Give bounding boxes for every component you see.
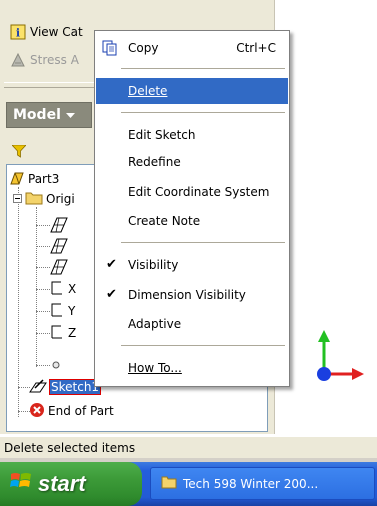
axis-x-label: X xyxy=(68,282,77,296)
stress-icon xyxy=(10,52,26,68)
tree-line xyxy=(36,225,50,226)
axis-triad-icon xyxy=(317,330,364,381)
center-point-icon[interactable] xyxy=(49,356,63,374)
menu-item-redefine[interactable]: Redefine xyxy=(96,149,288,175)
stress-analysis-label: Stress A xyxy=(30,53,79,67)
folder-icon xyxy=(25,191,43,208)
tree-line xyxy=(36,246,50,247)
menu-item-create-note[interactable]: Create Note xyxy=(96,208,288,234)
menu-separator xyxy=(121,345,285,346)
status-text: Delete selected items xyxy=(4,440,136,455)
tree-item-axis-y[interactable]: Y xyxy=(49,302,75,320)
tree-line xyxy=(36,289,50,290)
model-label: Model xyxy=(13,107,61,123)
status-bar: Delete selected items xyxy=(0,436,377,458)
axis-icon xyxy=(49,302,65,321)
copy-icon xyxy=(102,40,118,59)
tree-line xyxy=(36,333,50,334)
menu-item-edit-sketch[interactable]: Edit Sketch xyxy=(96,122,288,148)
plane-icon[interactable] xyxy=(49,216,69,234)
context-menu: Copy Ctrl+C Delete Edit Sketch Redefine … xyxy=(94,30,290,387)
menu-separator xyxy=(121,112,285,113)
tree-origin-label: Origi xyxy=(46,192,75,206)
menu-delete-label: Delete xyxy=(128,84,168,98)
tree-sketch-label: Sketch1 xyxy=(48,379,102,395)
menu-item-adaptive[interactable]: Adaptive xyxy=(96,311,288,337)
tree-line xyxy=(36,365,50,366)
tree-part-label: Part3 xyxy=(28,172,60,186)
menu-visibility-label: Visibility xyxy=(128,258,179,272)
menu-edit-coord-label: Edit Coordinate System xyxy=(128,185,270,199)
stress-analysis-button[interactable]: Stress A xyxy=(10,50,79,70)
filter-icon[interactable] xyxy=(11,144,27,161)
error-icon xyxy=(29,402,45,421)
taskbar-item-folder[interactable]: Tech 598 Winter 200... xyxy=(150,467,375,500)
axis-z-label: Z xyxy=(68,326,77,340)
dropdown-arrow-icon xyxy=(65,107,75,123)
tree-item-origin[interactable]: Origi xyxy=(13,190,75,208)
start-label: start xyxy=(38,471,86,496)
windows-logo-icon xyxy=(10,471,32,497)
axis-icon xyxy=(49,324,65,343)
axis-icon xyxy=(49,280,65,299)
checkmark-icon: ✔ xyxy=(106,257,117,272)
model-dropdown[interactable]: Model xyxy=(6,102,92,128)
view-catalog-label: View Cat xyxy=(30,25,83,39)
menu-how-to-label: How To... xyxy=(128,361,182,375)
menu-item-delete[interactable]: Delete xyxy=(96,78,288,104)
checkmark-icon: ✔ xyxy=(106,287,117,302)
tree-item-end-of-part[interactable]: End of Part xyxy=(29,402,114,420)
sketch-icon xyxy=(29,378,47,397)
plane-icon[interactable] xyxy=(49,237,69,255)
menu-dimension-visibility-label: Dimension Visibility xyxy=(128,288,246,302)
tree-line xyxy=(36,267,50,268)
start-button[interactable]: start xyxy=(0,462,142,506)
collapse-icon xyxy=(13,192,22,206)
taskbar: start Tech 598 Winter 200... xyxy=(0,462,377,506)
view-catalog-button[interactable]: i View Cat xyxy=(10,22,83,42)
menu-redefine-label: Redefine xyxy=(128,155,181,169)
menu-copy-shortcut: Ctrl+C xyxy=(236,41,276,55)
tree-line xyxy=(18,187,19,417)
folder-task-icon xyxy=(161,475,177,492)
info-icon: i xyxy=(10,24,26,40)
tree-item-sketch[interactable]: Sketch1 xyxy=(29,378,102,397)
menu-item-how-to[interactable]: How To... xyxy=(96,355,288,381)
menu-separator xyxy=(121,242,285,243)
menu-adaptive-label: Adaptive xyxy=(128,317,182,331)
menu-item-copy[interactable]: Copy Ctrl+C xyxy=(96,35,288,61)
tree-item-axis-x[interactable]: X xyxy=(49,280,76,298)
menu-copy-label: Copy xyxy=(128,41,159,55)
tree-line xyxy=(36,207,37,367)
part-icon xyxy=(9,170,25,189)
taskbar-item-label: Tech 598 Winter 200... xyxy=(183,476,319,491)
tree-line xyxy=(36,311,50,312)
menu-item-visibility[interactable]: ✔ Visibility xyxy=(96,252,288,278)
svg-text:i: i xyxy=(16,27,20,40)
tree-end-label: End of Part xyxy=(48,404,114,418)
menu-item-edit-coordinate-system[interactable]: Edit Coordinate System xyxy=(96,179,288,205)
menu-edit-sketch-label: Edit Sketch xyxy=(128,128,196,142)
tree-item-part[interactable]: Part3 xyxy=(9,170,59,188)
menu-separator xyxy=(121,68,285,69)
axis-y-label: Y xyxy=(68,304,76,318)
tree-item-axis-z[interactable]: Z xyxy=(49,324,76,342)
menu-item-dimension-visibility[interactable]: ✔ Dimension Visibility xyxy=(96,282,288,308)
menu-create-note-label: Create Note xyxy=(128,214,201,228)
plane-icon[interactable] xyxy=(49,258,69,276)
